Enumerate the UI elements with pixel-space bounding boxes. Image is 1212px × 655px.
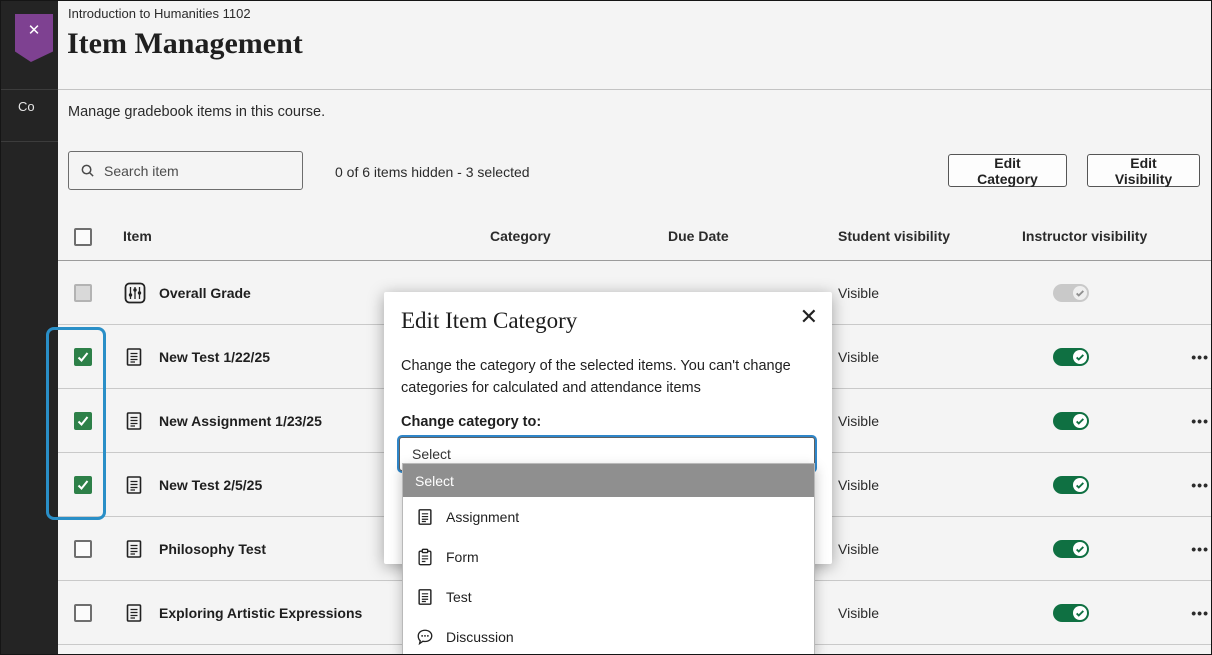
column-header-student-visibility: Student visibility: [838, 228, 950, 244]
page-header: Introduction to Humanities 1102 Item Man…: [58, 1, 1212, 90]
toggle-check-icon: [1073, 286, 1087, 300]
discussion-icon: [415, 628, 435, 646]
edit-category-button[interactable]: Edit Category: [948, 154, 1067, 187]
dropdown-option-label: Form: [446, 549, 479, 565]
document-icon: [124, 603, 144, 623]
toggle-check-icon: [1073, 478, 1087, 492]
close-icon: ✕: [28, 23, 41, 38]
test-icon: [415, 588, 435, 606]
modal-description: Change the category of the selected item…: [401, 356, 815, 400]
item-title[interactable]: Philosophy Test: [159, 541, 266, 557]
category-select-value: Select: [412, 446, 451, 462]
instructor-visibility-toggle[interactable]: [1053, 476, 1089, 494]
item-title[interactable]: New Test 1/22/25: [159, 349, 270, 365]
student-visibility-value: Visible: [838, 413, 879, 429]
column-header-instructor-visibility: Instructor visibility: [1022, 228, 1147, 244]
items-status-text: 0 of 6 items hidden - 3 selected: [335, 164, 530, 180]
document-icon: [124, 347, 144, 367]
search-input[interactable]: [104, 163, 291, 179]
close-icon: ✕: [800, 304, 818, 329]
row-overflow-menu-button[interactable]: •••: [1191, 413, 1209, 429]
selected-rows-outline: [46, 327, 106, 520]
app-root: ✕ Co Introduction to Humanities 1102 Ite…: [0, 0, 1212, 655]
page-title: Item Management: [67, 27, 303, 61]
dropdown-option-label: Test: [446, 589, 472, 605]
dropdown-option[interactable]: Select: [403, 464, 814, 497]
student-visibility-value: Visible: [838, 285, 879, 301]
student-visibility-value: Visible: [838, 541, 879, 557]
item-title[interactable]: New Test 2/5/25: [159, 477, 262, 493]
table-header: Item Category Due Date Student visibilit…: [58, 213, 1212, 261]
dropdown-option[interactable]: Form: [403, 537, 814, 577]
toggle-check-icon: [1073, 542, 1087, 556]
toggle-check-icon: [1073, 350, 1087, 364]
row-checkbox: [74, 284, 92, 302]
document-icon: [124, 411, 144, 431]
page-description: Manage gradebook items in this course.: [68, 104, 325, 120]
column-header-due-date: Due Date: [668, 228, 729, 244]
course-close-ribbon[interactable]: ✕: [15, 14, 53, 62]
item-title[interactable]: Exploring Artistic Expressions: [159, 605, 362, 621]
row-checkbox[interactable]: [74, 604, 92, 622]
toggle-check-icon: [1073, 414, 1087, 428]
column-header-item: Item: [123, 228, 152, 244]
row-overflow-menu-button[interactable]: •••: [1191, 477, 1209, 493]
dropdown-option-label: Discussion: [446, 629, 514, 645]
dropdown-option[interactable]: Test: [403, 577, 814, 617]
instructor-visibility-toggle[interactable]: [1053, 348, 1089, 366]
student-visibility-value: Visible: [838, 349, 879, 365]
category-field-label: Change category to:: [401, 414, 541, 430]
student-visibility-value: Visible: [838, 605, 879, 621]
document-icon: [124, 539, 144, 559]
row-overflow-menu-button[interactable]: •••: [1191, 541, 1209, 557]
instructor-visibility-toggle[interactable]: [1053, 540, 1089, 558]
modal-title: Edit Item Category: [401, 308, 577, 334]
toggle-check-icon: [1073, 606, 1087, 620]
row-checkbox[interactable]: [74, 540, 92, 558]
column-header-category: Category: [490, 228, 551, 244]
edit-visibility-button[interactable]: Edit Visibility: [1087, 154, 1200, 187]
instructor-visibility-toggle: [1053, 284, 1089, 302]
document-icon: [124, 475, 144, 495]
form-icon: [415, 548, 435, 566]
search-icon: [80, 163, 95, 178]
row-overflow-menu-button[interactable]: •••: [1191, 349, 1209, 365]
sidebar-divider: [1, 141, 58, 142]
assignment-icon: [415, 508, 435, 526]
select-all-checkbox[interactable]: [74, 228, 92, 246]
overall-grade-icon: [124, 282, 146, 304]
instructor-visibility-toggle[interactable]: [1053, 412, 1089, 430]
dropdown-option[interactable]: Discussion: [403, 617, 814, 655]
item-title[interactable]: Overall Grade: [159, 285, 251, 301]
search-box[interactable]: [68, 151, 303, 190]
modal-close-button[interactable]: ✕: [800, 306, 818, 328]
item-title[interactable]: New Assignment 1/23/25: [159, 413, 322, 429]
student-visibility-value: Visible: [838, 477, 879, 493]
category-dropdown-list: Select Assignment Form Test Discussion: [402, 463, 815, 655]
sidebar-divider: [1, 89, 58, 90]
dropdown-option-label: Select: [415, 473, 454, 489]
row-overflow-menu-button[interactable]: •••: [1191, 605, 1209, 621]
course-name: Introduction to Humanities 1102: [68, 6, 251, 21]
dropdown-option[interactable]: Assignment: [403, 497, 814, 537]
dropdown-option-label: Assignment: [446, 509, 519, 525]
sidebar-partial-label: Co: [18, 99, 54, 114]
instructor-visibility-toggle[interactable]: [1053, 604, 1089, 622]
